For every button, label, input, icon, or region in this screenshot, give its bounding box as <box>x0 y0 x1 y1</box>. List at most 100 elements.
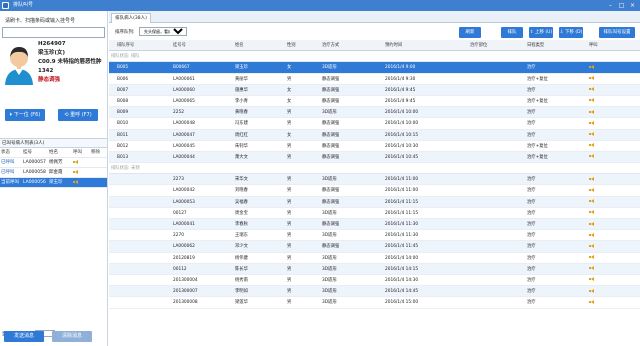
cell-mode: 静态调强 <box>322 132 340 138</box>
cell-seq: B005 <box>117 65 129 71</box>
speaker-icon[interactable] <box>589 87 594 92</box>
table-row[interactable]: 2270 王瑞东 男 3D适形 2016/1/4 11:30 治疗 <box>109 230 640 242</box>
table-row[interactable]: 201300007 李明如 男 3D适形 2016/1/4 14:45 治疗 <box>109 286 640 298</box>
table-row[interactable]: 00112 陈长华 男 3D适形 2016/1/4 14:15 治疗 <box>109 263 640 275</box>
table-row[interactable]: B013 LA000044 萧大文 男 静态调强 2016/1/4 10:45 治疗+复位 <box>109 151 640 164</box>
speaker-icon[interactable] <box>589 64 594 69</box>
table-row[interactable]: 2273 宋华文 男 3D适形 2016/1/4 11:00 治疗 <box>109 174 640 186</box>
cell-name: 周红红 <box>235 132 248 138</box>
cell-seq <box>115 264 171 274</box>
speaker-icon[interactable] <box>73 159 78 164</box>
cell-seq <box>115 241 171 251</box>
speaker-icon[interactable] <box>589 255 594 260</box>
table-row[interactable]: LA000062 邓少文 男 静态调强 2016/1/4 11:45 治疗 <box>109 241 640 253</box>
remove-icon[interactable] <box>90 178 107 187</box>
speaker-icon[interactable] <box>589 299 594 304</box>
call-cell <box>587 241 627 251</box>
called-list: 已叫号病人列表(3人) 状态 挂号 姓名 呼叫 移除 已呼叫 LA000057 … <box>0 138 107 188</box>
speaker-icon[interactable] <box>73 179 78 184</box>
speaker-icon[interactable] <box>589 288 594 293</box>
speaker-icon[interactable] <box>589 176 594 181</box>
maximize-icon[interactable]: □ <box>617 1 626 10</box>
table-row[interactable]: B012 LA000045 朱钊华 男 静态调强 2016/1/4 10:30 治疗+复位 <box>109 141 640 152</box>
app-logo-icon <box>2 2 9 9</box>
speaker-icon[interactable] <box>589 221 594 226</box>
speaker-icon[interactable] <box>589 132 594 136</box>
cell-mode: 静态调强 <box>322 87 340 93</box>
cell-part <box>468 286 525 296</box>
cell-type: 治疗 <box>527 121 536 127</box>
cell-name: 邓少文 <box>235 244 248 250</box>
move-up-button[interactable]: ⇧ 上移 (U) <box>529 27 553 38</box>
table-row[interactable]: 201300008 梁莲华 男 3D适形 2016/1/4 15:00 治疗 <box>109 297 640 309</box>
table-row[interactable]: 201300004 杨秀南 男 3D适形 2016/1/4 14:30 治疗 <box>109 275 640 287</box>
table-row[interactable]: B009 2252 黄晓春 男 3D适形 2016/1/4 10:00 治疗 <box>109 107 640 119</box>
sort-select[interactable]: 先头保留，看床部 <box>139 27 187 36</box>
clear-message-button[interactable]: 清除消息 <box>52 331 92 342</box>
table-row[interactable]: 20120819 杨伟健 男 3D适形 2016/1/4 14:00 治疗 <box>109 253 640 264</box>
remove-icon[interactable] <box>90 168 107 177</box>
cell-part <box>468 118 525 128</box>
refresh-button[interactable]: 刷新 <box>459 27 481 38</box>
table-row[interactable]: B006 LA000061 黄丽华 男 静态调强 2016/1/4 9:30 治疗+复位 <box>109 74 640 85</box>
close-icon[interactable]: × <box>628 1 637 10</box>
speaker-icon[interactable] <box>589 98 594 103</box>
next-patient-button[interactable]: ⏵ 下一位 (F6) <box>5 109 45 121</box>
patient-id-input[interactable] <box>2 27 105 38</box>
minimize-icon[interactable]: – <box>606 1 615 10</box>
speaker-icon[interactable] <box>589 199 594 204</box>
cell-mode: 静态调强 <box>322 121 340 127</box>
cell-mode: 静态调强 <box>322 143 340 149</box>
tab-queue[interactable]: 排队病人(38人) <box>111 13 151 23</box>
cell-mode: 3D适形 <box>322 255 337 261</box>
speaker-icon[interactable] <box>589 210 594 215</box>
cell-mode: 静态调强 <box>322 222 340 227</box>
remove-icon[interactable] <box>90 158 107 167</box>
send-message-button[interactable]: 发送消息 <box>4 331 44 342</box>
queue-button[interactable]: 排队 <box>501 27 523 38</box>
recall-button[interactable]: ⟲ 重呼 (F7) <box>58 109 98 121</box>
table-row[interactable]: LA000042 刘晓春 男 静态调强 2016/1/4 11:00 治疗 <box>109 185 640 197</box>
table-row[interactable]: B011 LA000047 周红红 女 静态调强 2016/1/4 10:15 治疗 <box>109 129 640 141</box>
speaker-icon[interactable] <box>589 76 594 81</box>
queue-settings-button[interactable]: 排队叫号设置 <box>599 27 635 38</box>
cell-time: 2016/1/4 10:30 <box>385 143 419 149</box>
table-row[interactable]: 00127 周金宝 男 3D适形 2016/1/4 11:15 治疗 <box>109 208 640 219</box>
table-header: 排队序号 挂号号 姓名 性别 治疗方式 预约时间 治疗部位 日程类型 呼叫 <box>109 40 640 52</box>
cell-mode: 3D适形 <box>322 277 337 283</box>
group-header[interactable]: 排队状态: 未到 <box>109 163 640 175</box>
cell-part <box>468 85 525 95</box>
toolbar: 排序队列: 先头保留，看床部 刷新 排队 ⇧ 上移 (U) ⇩ 下移 (D) 排… <box>109 24 640 40</box>
speaker-icon[interactable] <box>589 120 594 125</box>
called-row[interactable]: 已呼叫 LA000057 杨佩芳 <box>0 158 107 168</box>
cell-no: 00127 <box>173 210 187 216</box>
called-row-current[interactable]: 当前呼叫 LA000056 梁玉珍 <box>0 178 107 188</box>
called-row[interactable]: 已呼叫 LA000058 邱金霞 <box>0 168 107 178</box>
speaker-icon[interactable] <box>589 266 594 271</box>
table-row[interactable]: B008 LA000065 李小青 女 静态调强 2016/1/4 9:45 治疗+复位 <box>109 96 640 108</box>
move-down-button[interactable]: ⇩ 下移 (D) <box>559 27 583 38</box>
cell-time: 2016/1/4 10:00 <box>385 110 419 116</box>
cell-part <box>468 219 525 229</box>
cell-no: 2273 <box>173 177 184 183</box>
speaker-icon[interactable] <box>589 277 594 282</box>
cell-name: 施惠华 <box>235 87 248 93</box>
speaker-icon[interactable] <box>589 187 594 192</box>
speaker-icon[interactable] <box>589 143 594 148</box>
speaker-icon[interactable] <box>589 243 594 248</box>
cell-time: 2016/1/4 11:15 <box>385 210 419 216</box>
cell-type: 治疗 <box>527 222 536 227</box>
table-row[interactable]: B010 LA000048 冯东建 男 静态调强 2016/1/4 10:00 治疗 <box>109 118 640 130</box>
speaker-icon[interactable] <box>589 232 594 237</box>
table-row[interactable]: LA000053 吴福春 男 静态调强 2016/1/4 11:15 治疗 <box>109 196 640 208</box>
cell-time: 2016/1/4 11:00 <box>385 188 419 194</box>
cell-name: 刘晓春 <box>235 188 248 194</box>
speaker-icon[interactable] <box>589 154 594 159</box>
table-row[interactable]: LA000041 李春秋 男 静态调强 2016/1/4 11:30 治疗 <box>109 219 640 231</box>
speaker-icon[interactable] <box>589 109 594 114</box>
table-body: 排队状态: 排队 B005 B00667 梁玉珍女 3D适形 2016/1/4 9:00 治… <box>109 51 640 309</box>
table-row[interactable]: B005 B00667 梁玉珍 女 3D适形 2016/1/4 9:00 治疗 <box>109 62 640 74</box>
table-row[interactable]: B007 LA000060 施惠华 女 静态调强 2016/1/4 9:45 治疗 <box>109 84 640 96</box>
group-header[interactable]: 排队状态: 排队 <box>109 51 640 63</box>
speaker-icon[interactable] <box>73 169 78 174</box>
